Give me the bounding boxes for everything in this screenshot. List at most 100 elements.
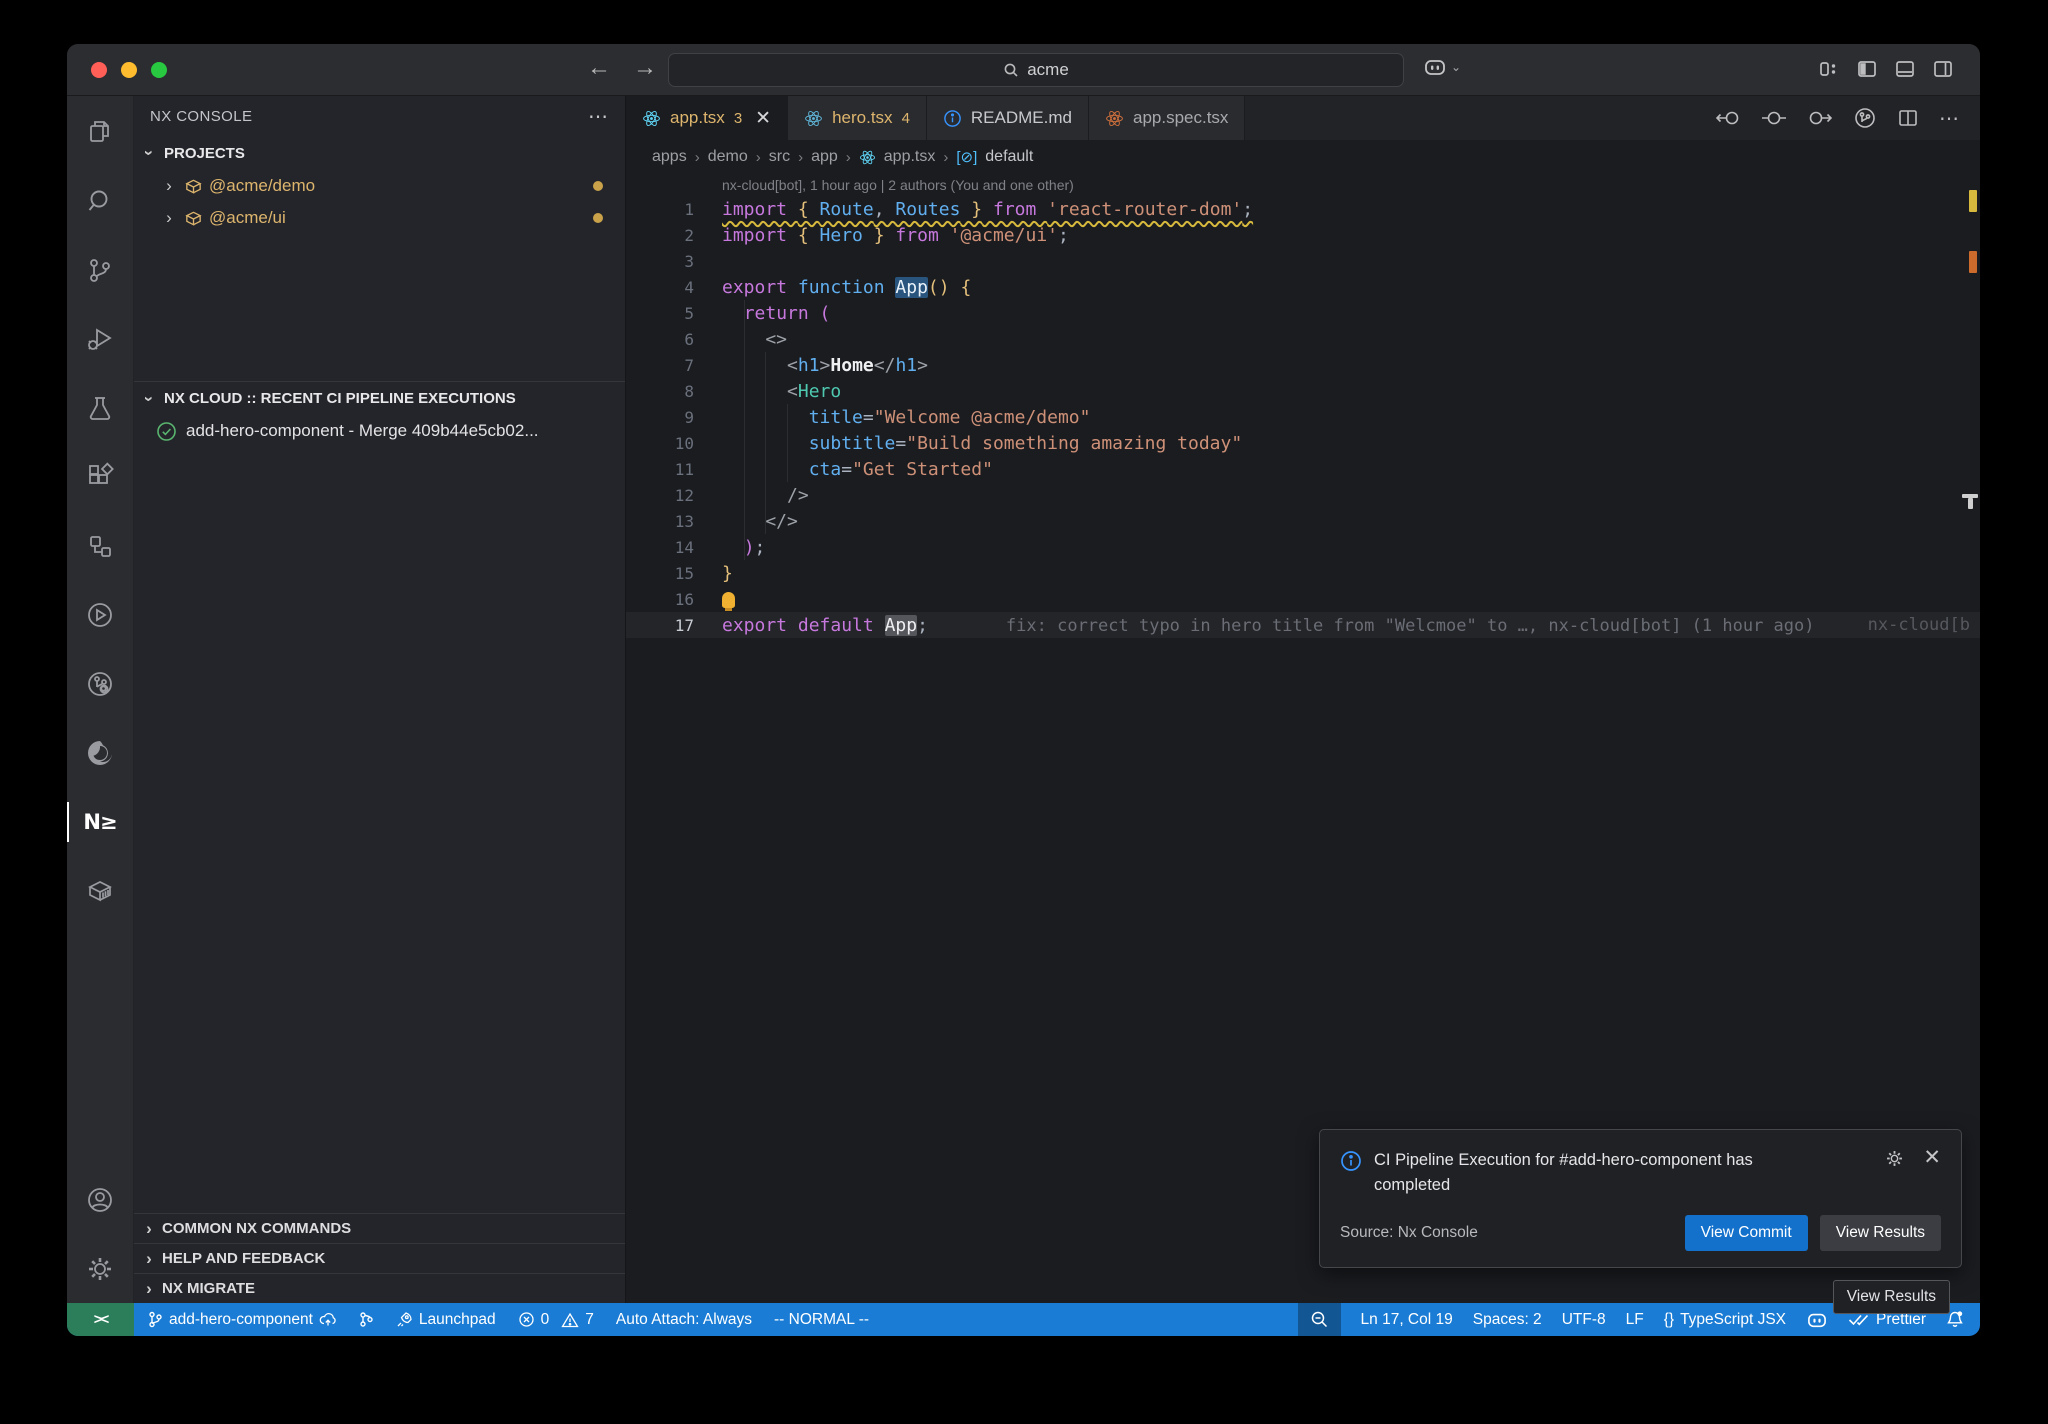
gitlens-icon[interactable] <box>76 660 124 708</box>
testing-icon[interactable] <box>76 384 124 432</box>
code-line[interactable]: 3 <box>626 248 1980 274</box>
vscode-window: ← → acme ⌄ <box>67 44 1980 1336</box>
view-results-tooltip: View Results <box>1833 1280 1950 1314</box>
language-mode-status[interactable]: {}TypeScript JSX <box>1664 1311 1786 1329</box>
copilot-status[interactable] <box>1806 1311 1828 1329</box>
line-number: 14 <box>626 538 722 557</box>
run-circle-icon[interactable] <box>1853 106 1877 130</box>
eol-status[interactable]: LF <box>1626 1311 1644 1329</box>
more-actions-icon[interactable]: ⋯ <box>1939 106 1960 131</box>
breadcrumb-item[interactable]: src <box>769 148 790 166</box>
chevron-down-icon: ⌄ <box>1451 60 1461 74</box>
swirl-icon[interactable] <box>76 729 124 777</box>
split-editor-icon[interactable] <box>1897 107 1919 129</box>
problems-status[interactable]: 0 7 <box>518 1311 594 1329</box>
code-line[interactable]: 11 cta="Get Started" <box>626 456 1980 482</box>
command-center-search[interactable]: acme <box>668 53 1404 87</box>
chevron-right-icon: › <box>160 208 178 228</box>
git-branch-status[interactable]: add-hero-component <box>148 1311 337 1329</box>
code-line[interactable]: 4export function App() { <box>626 274 1980 300</box>
back-arrow-icon[interactable]: ← <box>587 54 611 82</box>
code-line[interactable]: 7 <h1>Home</h1> <box>626 352 1980 378</box>
close-window-button[interactable] <box>91 62 107 78</box>
customize-layout-icon[interactable] <box>1818 58 1840 80</box>
line-number: 9 <box>626 408 722 427</box>
git-graph-status[interactable] <box>359 1311 374 1328</box>
project-row-acme-ui[interactable]: › @acme/ui <box>134 202 625 234</box>
code-line[interactable]: 13 </> <box>626 508 1980 534</box>
account-icon[interactable] <box>76 1176 124 1224</box>
help-and-feedback-section[interactable]: › HELP AND FEEDBACK <box>134 1243 625 1273</box>
breadcrumb-item[interactable]: apps <box>652 148 687 166</box>
code-line[interactable]: 2import { Hero } from '@acme/ui'; <box>626 222 1980 248</box>
explorer-icon[interactable] <box>76 108 124 156</box>
breadcrumb-item[interactable]: app <box>811 148 838 166</box>
run-debug-icon[interactable] <box>76 315 124 363</box>
zoom-window-button[interactable] <box>151 62 167 78</box>
breadcrumb-item[interactable]: app.tsx <box>884 148 936 166</box>
code-line[interactable]: 15} <box>626 560 1980 586</box>
nx-migrate-section[interactable]: › NX MIGRATE <box>134 1273 625 1303</box>
settings-gear-icon[interactable] <box>76 1245 124 1293</box>
tab-app-spec-tsx[interactable]: app.spec.tsx <box>1089 96 1245 140</box>
tab-readme-md[interactable]: README.md <box>927 96 1089 140</box>
zoom-out-button[interactable] <box>1298 1303 1341 1336</box>
tab-hero-tsx[interactable]: hero.tsx 4 <box>788 96 927 140</box>
toggle-panel-icon[interactable] <box>1894 58 1916 80</box>
lightbulb-icon[interactable] <box>722 592 735 608</box>
pipeline-execution-row[interactable]: add-hero-component - Merge 409b44e5cb02.… <box>134 415 625 447</box>
overview-modified-mark <box>1969 251 1977 273</box>
package-icon <box>184 177 203 196</box>
hierarchy-icon[interactable] <box>76 522 124 570</box>
launchpad-status[interactable]: Launchpad <box>396 1311 496 1329</box>
copilot-icon <box>1423 57 1447 77</box>
encoding-status[interactable]: UTF-8 <box>1562 1311 1606 1329</box>
remote-indicator[interactable]: >< <box>67 1303 134 1336</box>
gear-icon[interactable] <box>1884 1148 1905 1169</box>
code-line[interactable]: 14 ); <box>626 534 1980 560</box>
code-line[interactable]: 17export default App;fix: correct typo i… <box>626 612 1980 638</box>
cursor-position-status[interactable]: Ln 17, Col 19 <box>1361 1311 1453 1329</box>
extensions-icon[interactable] <box>76 453 124 501</box>
copilot-menu[interactable]: ⌄ <box>1423 57 1461 77</box>
package-icon <box>184 209 203 228</box>
vim-mode-status[interactable]: -- NORMAL -- <box>774 1311 869 1329</box>
chevron-right-icon: › <box>160 176 178 196</box>
breadcrumb-item[interactable]: demo <box>708 148 748 166</box>
forward-arrow-icon[interactable]: → <box>633 54 657 82</box>
check-circle-icon <box>156 421 177 442</box>
nav-current-icon[interactable] <box>1761 108 1787 128</box>
projects-section-header[interactable]: › PROJECTS <box>134 136 625 170</box>
project-row-acme-demo[interactable]: › @acme/demo <box>134 170 625 202</box>
code-line[interactable]: 16 <box>626 586 1980 612</box>
source-control-icon[interactable] <box>76 246 124 294</box>
view-results-button[interactable]: View Results <box>1820 1215 1941 1251</box>
nx-cloud-section-header[interactable]: › NX CLOUD :: RECENT CI PIPELINE EXECUTI… <box>134 381 625 415</box>
close-icon[interactable]: ✕ <box>755 107 771 130</box>
more-actions-icon[interactable]: ⋯ <box>588 104 609 129</box>
minimize-window-button[interactable] <box>121 62 137 78</box>
code-line[interactable]: 10 subtitle="Build something amazing tod… <box>626 430 1980 456</box>
auto-attach-status[interactable]: Auto Attach: Always <box>616 1311 752 1329</box>
indentation-status[interactable]: Spaces: 2 <box>1473 1311 1542 1329</box>
code-line[interactable]: 5 return ( <box>626 300 1980 326</box>
toggle-secondary-sidebar-icon[interactable] <box>1932 58 1954 80</box>
breadcrumb-item[interactable]: default <box>985 148 1033 166</box>
code-line[interactable]: 12 /> <box>626 482 1980 508</box>
tab-app-tsx[interactable]: app.tsx 3 ✕ <box>626 96 788 140</box>
line-number: 8 <box>626 382 722 401</box>
view-commit-button[interactable]: View Commit <box>1685 1215 1808 1251</box>
nx-console-icon[interactable]: N≥ <box>76 798 124 846</box>
code-line[interactable]: 1import { Route, Routes } from 'react-ro… <box>626 196 1980 222</box>
common-nx-commands-section[interactable]: › COMMON NX COMMANDS <box>134 1213 625 1243</box>
nav-forward-icon[interactable] <box>1807 108 1833 128</box>
close-icon[interactable]: ✕ <box>1923 1148 1941 1168</box>
search-icon[interactable] <box>76 177 124 225</box>
package-icon[interactable] <box>76 867 124 915</box>
toggle-primary-sidebar-icon[interactable] <box>1856 58 1878 80</box>
nav-back-icon[interactable] <box>1715 108 1741 128</box>
code-line[interactable]: 9 title="Welcome @acme/demo" <box>626 404 1980 430</box>
code-line[interactable]: 8 <Hero <box>626 378 1980 404</box>
code-line[interactable]: 6 <> <box>626 326 1980 352</box>
run-circle-icon[interactable] <box>76 591 124 639</box>
